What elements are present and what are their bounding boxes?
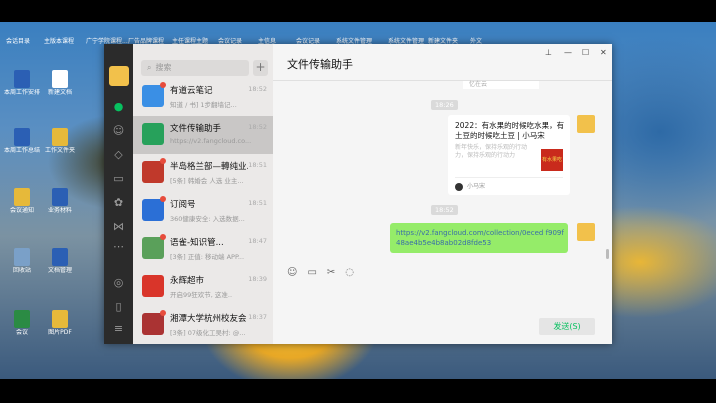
message-timestamp: 18:26	[431, 100, 458, 110]
message-link[interactable]: https://v2.fangcloud.com/collection/0ece…	[396, 228, 566, 248]
screenshot-icon[interactable]: ✂	[327, 267, 335, 278]
card-divider	[455, 177, 563, 178]
article-source: 小马宋	[455, 181, 565, 191]
chat-list-item[interactable]: 半岛格兰部—轉纯业... 18:51 [5条] 韩婚会 人选 业主...	[133, 154, 273, 192]
word-file-icon	[52, 248, 68, 266]
desktop-label[interactable]: 主版本课程	[44, 36, 74, 45]
word-file-icon	[52, 188, 68, 206]
sender-avatar[interactable]	[577, 223, 595, 241]
article-card-message[interactable]: 2022：有水果的时候吃水果，有土豆的时候吃土豆 | 小马宋 新年快乐，保持乐观…	[448, 115, 570, 195]
previous-card-stub: 忆在云	[463, 81, 539, 89]
unread-badge	[160, 310, 166, 316]
chat-list-panel: ⌕ 搜索 + 有道云笔记 18:52 知道 / 书] 1步翻墙记... 文件传输助…	[133, 44, 273, 344]
folder-icon	[52, 128, 68, 146]
favorites-icon[interactable]: ◇	[112, 148, 125, 161]
chat-history-icon[interactable]: ◌	[345, 267, 354, 278]
desktop-icon[interactable]: 文档管理	[38, 248, 82, 274]
excel-file-icon	[14, 310, 30, 328]
source-avatar-icon	[455, 182, 463, 191]
top-black-bar	[0, 0, 716, 22]
input-toolbar: ☺ ▭ ✂ ◌	[287, 267, 364, 278]
contacts-icon[interactable]: ☺	[112, 124, 125, 137]
chat-list-item[interactable]: 订阅号 18:51 360健康安全: 入选数据...	[133, 192, 273, 230]
desktop-icon[interactable]: 图片PDF	[38, 310, 82, 336]
send-button[interactable]: 发送(S)	[539, 318, 595, 335]
wechat-nav-bar: ● ☺ ◇ ▭ ✿ ⋈ ⋯ ◎ ▯ ≡	[104, 44, 133, 344]
desktop-icon[interactable]: 业务材料	[38, 188, 82, 214]
channels-icon[interactable]: ◎	[112, 276, 125, 289]
article-description: 新年快乐，保持乐观的行动力，保持乐观的行动力	[455, 144, 528, 159]
chat-list-item[interactable]: 湘潭大学杭州校友会 18:37 [3条] 07级化工吴村: @...	[133, 306, 273, 344]
scrollbar-thumb[interactable]	[606, 249, 609, 259]
chat-list-item[interactable]: 永辉超市 18:39 开启99狂欢节, 这准..	[133, 268, 273, 306]
unread-badge	[160, 234, 166, 240]
more-icon[interactable]: ⋯	[112, 240, 125, 253]
miniprogram-icon[interactable]: ⋈	[112, 220, 125, 233]
wechat-window: ● ☺ ◇ ▭ ✿ ⋈ ⋯ ◎ ▯ ≡ ⌕ 搜索 + 有道云笔记 18:52 知道…	[104, 44, 612, 344]
file-icon[interactable]: ▭	[307, 267, 316, 278]
minimize-button[interactable]: —	[564, 48, 572, 57]
unread-badge	[160, 82, 166, 88]
chat-list-item-selected[interactable]: 文件传输助手 18:52 https://v2.fangcloud.co...	[133, 116, 273, 154]
chat-avatar	[142, 199, 164, 221]
message-timestamp: 18:52	[431, 205, 458, 215]
moments-icon[interactable]: ✿	[112, 196, 125, 209]
chat-avatar	[142, 237, 164, 259]
menu-icon[interactable]: ≡	[112, 322, 125, 335]
chat-avatar	[142, 275, 164, 297]
recycle-bin-icon	[14, 248, 30, 266]
emoji-icon[interactable]: ☺	[287, 267, 297, 278]
article-title: 2022：有水果的时候吃水果，有土豆的时候吃土豆 | 小马宋	[455, 121, 565, 140]
folder-icon	[52, 310, 68, 328]
word-file-icon	[14, 128, 30, 146]
unread-badge	[160, 196, 166, 202]
folder-icon	[14, 188, 30, 206]
desktop-icon[interactable]: 新建文档	[38, 70, 82, 96]
chat-avatar	[142, 123, 164, 145]
pin-icon[interactable]: ⊥	[545, 48, 552, 57]
word-file-icon	[14, 70, 30, 88]
folder-icon[interactable]: ▭	[112, 172, 125, 185]
desktop-label[interactable]: 会话目录	[6, 36, 30, 45]
article-thumbnail: 有水果吃	[541, 149, 563, 171]
search-icon: ⌕	[147, 63, 152, 72]
chat-avatar	[142, 161, 164, 183]
chat-avatar	[142, 313, 164, 335]
conversation-title: 文件传输助手	[287, 58, 353, 71]
chat-list-item[interactable]: 有道云笔记 18:52 知道 / 书] 1步翻墙记...	[133, 78, 273, 116]
header-divider	[273, 80, 612, 81]
add-chat-button[interactable]: +	[253, 60, 268, 76]
conversation-panel: 文件传输助手 ⊥ — ☐ ✕ 忆在云 18:26 2022：有水果的时候吃水果，…	[273, 44, 612, 344]
search-input[interactable]: ⌕ 搜索	[141, 60, 249, 76]
chat-icon[interactable]: ●	[112, 100, 125, 113]
phone-icon[interactable]: ▯	[112, 300, 125, 313]
document-icon	[52, 70, 68, 88]
bottom-black-bar	[0, 379, 716, 403]
close-button[interactable]: ✕	[600, 48, 607, 57]
sender-avatar[interactable]	[577, 115, 595, 133]
link-message-bubble[interactable]: https://v2.fangcloud.com/collection/0ece…	[390, 223, 568, 253]
maximize-button[interactable]: ☐	[582, 48, 589, 57]
chat-avatar	[142, 85, 164, 107]
unread-badge	[160, 158, 166, 164]
desktop-icon[interactable]: 工作文件夹	[38, 128, 82, 154]
chat-list-item[interactable]: 语雀-知识管... 18:47 [3条] 正值: 移动端 APP...	[133, 230, 273, 268]
user-avatar[interactable]	[109, 66, 129, 86]
